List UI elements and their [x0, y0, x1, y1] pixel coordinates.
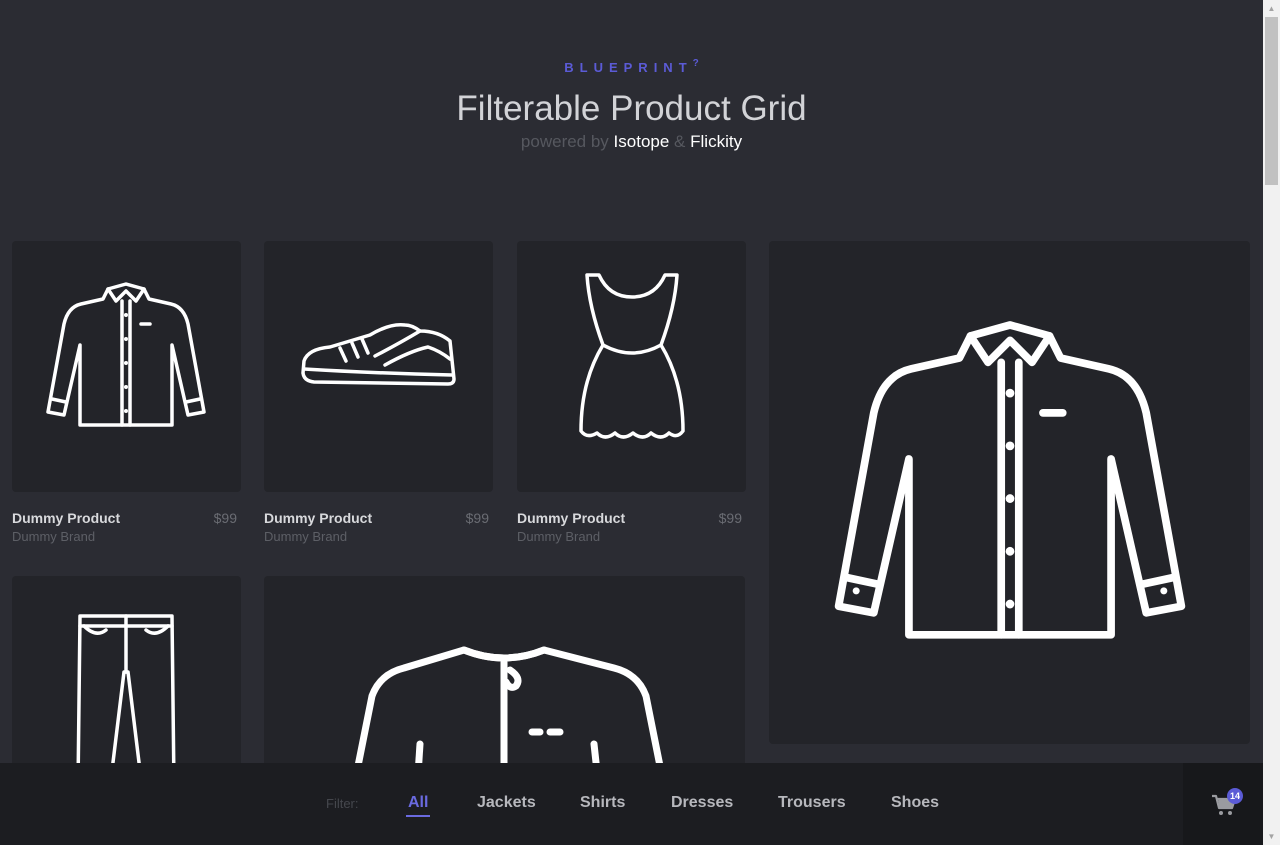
product-brand: Dummy Brand	[12, 529, 96, 544]
isotope-link[interactable]: Isotope	[614, 132, 670, 151]
product-brand: Dummy Brand	[517, 529, 601, 544]
product-price: $99	[465, 510, 489, 526]
cart-count-badge: 14	[1227, 788, 1243, 804]
product-card[interactable]	[517, 241, 746, 492]
shirt-icon	[834, 321, 1186, 639]
scroll-up-arrow-icon[interactable]: ▲	[1263, 0, 1280, 17]
cart-button[interactable]: 14	[1183, 763, 1263, 845]
product-price: $99	[213, 510, 237, 526]
product-price: $99	[718, 510, 742, 526]
scroll-thumb[interactable]	[1265, 17, 1278, 185]
scroll-down-arrow-icon[interactable]: ▼	[1263, 828, 1280, 845]
product-brand: Dummy Brand	[264, 529, 348, 544]
scrollbar[interactable]: ▲ ▼	[1263, 0, 1280, 845]
filter-label: Filter:	[326, 796, 359, 811]
filter-shirts[interactable]: Shirts	[580, 794, 625, 812]
shoe-icon	[301, 322, 456, 386]
blueprint-logo[interactable]: BLUEPRINT?	[0, 58, 1263, 75]
filter-shoes[interactable]: Shoes	[891, 794, 939, 812]
product-card[interactable]	[264, 241, 493, 492]
product-name[interactable]: Dummy Product	[264, 510, 372, 526]
filter-trousers[interactable]: Trousers	[778, 794, 846, 812]
page-title: Filterable Product Grid	[456, 89, 807, 128]
shirt-icon	[46, 282, 206, 427]
product-card-featured[interactable]	[769, 241, 1250, 744]
product-name[interactable]: Dummy Product	[12, 510, 120, 526]
dress-icon	[579, 273, 685, 439]
filter-dresses[interactable]: Dresses	[671, 794, 733, 812]
page-subtitle: powered by Isotope & Flickity	[520, 132, 743, 151]
filter-bar: Filter: All Jackets Shirts Dresses Trous…	[0, 763, 1263, 845]
product-card[interactable]	[12, 241, 241, 492]
product-name[interactable]: Dummy Product	[517, 510, 625, 526]
filter-all[interactable]: All	[405, 794, 431, 817]
flickity-link[interactable]: Flickity	[690, 132, 742, 151]
filter-jackets[interactable]: Jackets	[477, 794, 536, 812]
